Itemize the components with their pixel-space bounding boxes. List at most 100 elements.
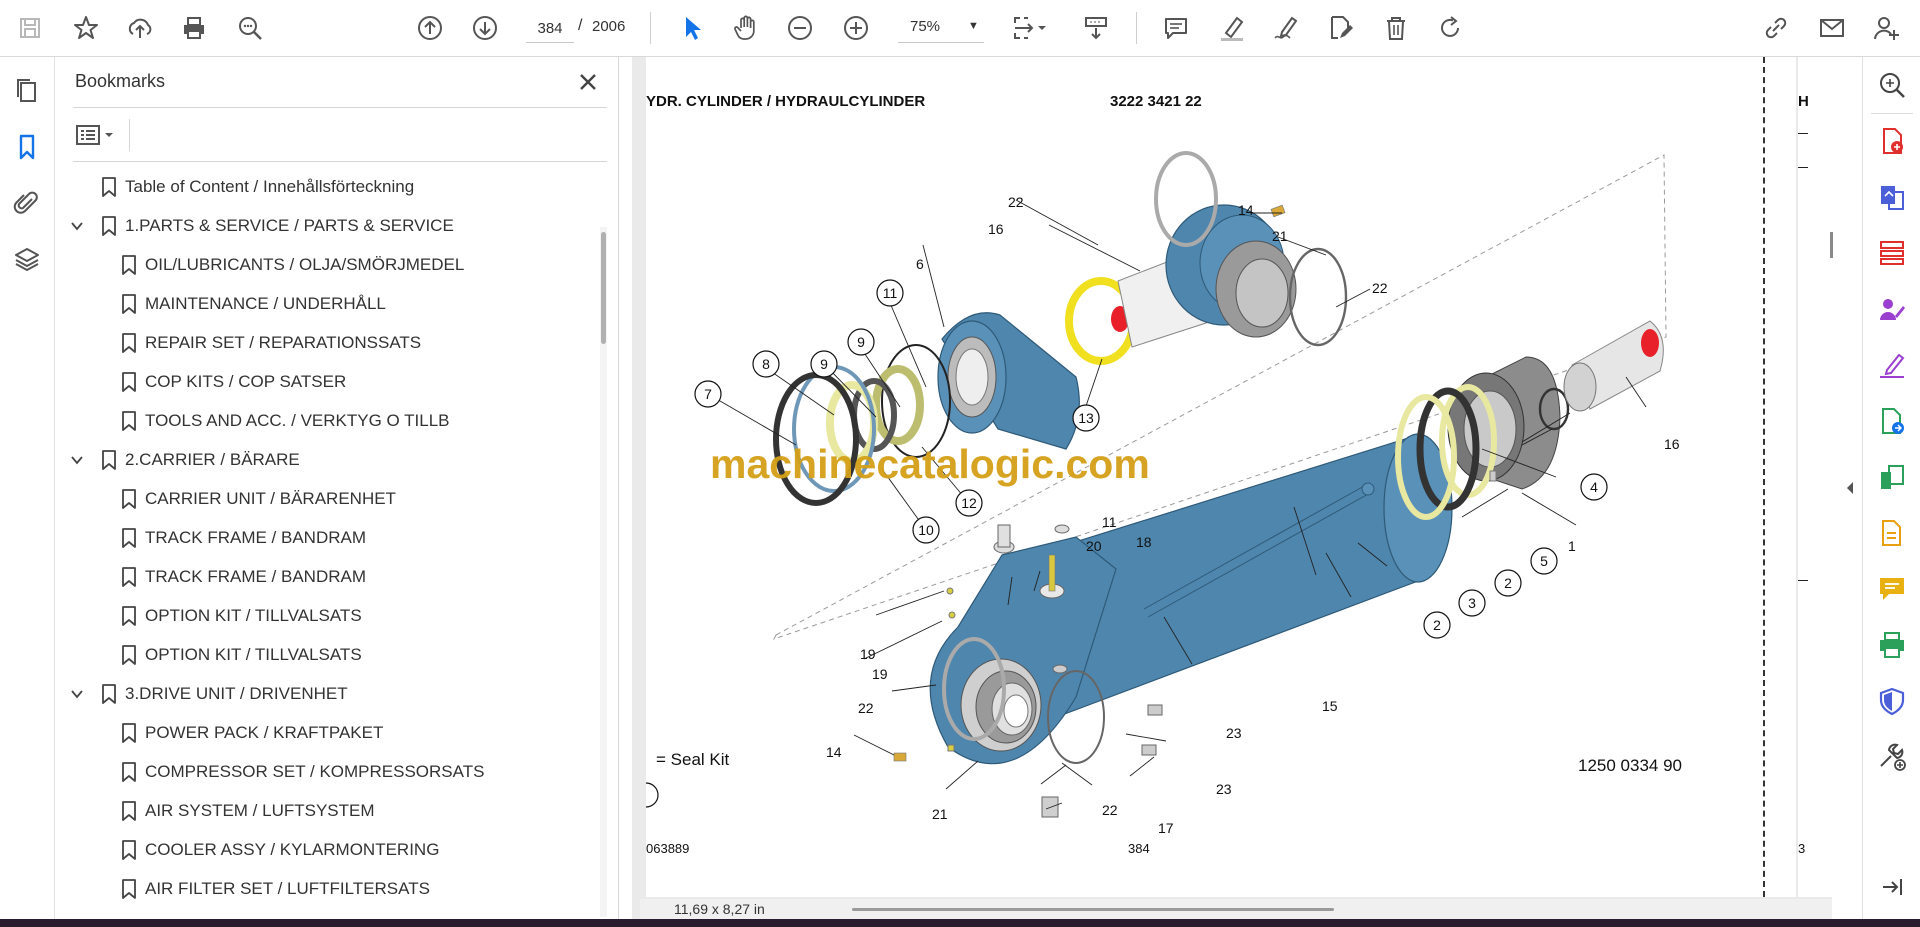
- svg-text:6: 6: [916, 256, 924, 272]
- page-size-label: 11,69 x 8,27 in: [674, 901, 765, 917]
- scrollbar-thumb[interactable]: [601, 232, 606, 344]
- gland-head: [937, 312, 1080, 450]
- share-link-icon[interactable]: [1758, 10, 1794, 46]
- collapse-right-panel-icon[interactable]: [1844, 470, 1856, 506]
- bookmark-flag-icon: [121, 255, 137, 275]
- bookmark-label: MAINTENANCE / UNDERHÅLL: [145, 294, 386, 313]
- bookmark-item[interactable]: OPTION KIT / TILLVALSATS: [55, 596, 595, 635]
- select-cursor-icon[interactable]: [674, 10, 710, 46]
- scroll-mode-icon[interactable]: [1078, 10, 1114, 46]
- save-icon[interactable]: [12, 10, 48, 46]
- bookmark-item[interactable]: CARRIER UNIT / BÄRARENHET: [55, 479, 595, 518]
- document-view[interactable]: YDR. CYLINDER / HYDRAULCYLINDER 3222 342…: [632, 57, 1832, 919]
- horizontal-scrollbar[interactable]: [852, 908, 1334, 911]
- bookmark-item[interactable]: TOOLS AND ACC. / VERKTYG O TILLB: [55, 401, 595, 440]
- zoom-tool-icon[interactable]: [1876, 69, 1908, 101]
- create-pdf-icon[interactable]: [1876, 125, 1908, 157]
- bookmark-item[interactable]: OIL/LUBRICANTS / OLJA/SMÖRJMEDEL: [55, 245, 595, 284]
- export-pdf-icon[interactable]: [1876, 181, 1908, 213]
- bookmark-flag-icon: [121, 645, 137, 665]
- fill-sign-icon[interactable]: [1876, 293, 1908, 325]
- page-up-icon[interactable]: [412, 10, 448, 46]
- bookmark-flag-icon: [121, 879, 137, 899]
- upload-icon[interactable]: [122, 10, 158, 46]
- list-options-icon: [76, 125, 113, 145]
- next-pdf-page: H 3: [1798, 57, 1832, 897]
- zoom-out-icon[interactable]: [782, 10, 818, 46]
- bookmark-item[interactable]: REPAIR SET / REPARATIONSSATS: [55, 323, 595, 362]
- bookmark-flag-icon: [121, 333, 137, 353]
- svg-text:11: 11: [1102, 514, 1117, 530]
- svg-text:23: 23: [1216, 781, 1232, 797]
- bookmark-item[interactable]: COP KITS / COP SATSER: [55, 362, 595, 401]
- navigation-rail: [0, 57, 55, 919]
- star-icon[interactable]: [68, 10, 104, 46]
- bookmark-item[interactable]: POWER PACK / KRAFTPAKET: [55, 713, 595, 752]
- draw-icon[interactable]: [1268, 10, 1304, 46]
- convert-icon[interactable]: [1876, 517, 1908, 549]
- attachment-icon[interactable]: [11, 187, 43, 219]
- hand-icon[interactable]: [728, 10, 764, 46]
- bookmark-label: AIR SYSTEM / LUFTSYSTEM: [145, 801, 375, 820]
- bookmark-flag-icon: [121, 411, 137, 431]
- bookmark-label: 2.CARRIER / BÄRARE: [125, 450, 300, 469]
- svg-text:7: 7: [704, 386, 712, 402]
- account-icon[interactable]: [1868, 10, 1904, 46]
- bookmark-label: AIR FILTER SET / LUFTFILTERSATS: [145, 879, 430, 898]
- page-total: 2006: [592, 18, 626, 35]
- comment-tool-icon[interactable]: [1876, 573, 1908, 605]
- bookmark-label: Table of Content / Innehållsförteckning: [125, 177, 415, 196]
- compress-icon[interactable]: [1876, 461, 1908, 493]
- zoom-select[interactable]: 75% ▼: [898, 14, 984, 43]
- bookmark-item[interactable]: AIR FILTER SET / LUFTFILTERSATS: [55, 869, 595, 908]
- page-number-input[interactable]: [526, 14, 574, 43]
- combine-files-icon[interactable]: [1876, 405, 1908, 437]
- bookmark-item[interactable]: COMPRESSOR SET / KOMPRESSORSATS: [55, 752, 595, 791]
- bookmark-item[interactable]: MAINTENANCE / UNDERHÅLL: [55, 284, 595, 323]
- protect-icon[interactable]: [1876, 685, 1908, 717]
- svg-text:22: 22: [1008, 194, 1024, 210]
- bookmark-item[interactable]: 1.PARTS & SERVICE / PARTS & SERVICE: [55, 206, 595, 245]
- svg-text:9: 9: [857, 334, 865, 350]
- rule: [1798, 580, 1808, 581]
- bookmark-icon[interactable]: [11, 131, 43, 163]
- bookmark-options-button[interactable]: [75, 119, 130, 151]
- bookmark-item[interactable]: Table of Content / Innehållsförteckning: [55, 167, 595, 206]
- tools-rail: [1862, 57, 1920, 919]
- taskbar-strip: [0, 919, 1920, 927]
- bookmark-item[interactable]: 2.CARRIER / BÄRARE: [55, 440, 595, 479]
- search-icon[interactable]: [232, 10, 268, 46]
- edit-icon[interactable]: [1322, 10, 1358, 46]
- toolbar-divider: [650, 12, 651, 44]
- more-tools-icon[interactable]: [1876, 741, 1908, 773]
- zoom-in-icon[interactable]: [838, 10, 874, 46]
- svg-text:22: 22: [1102, 802, 1118, 818]
- email-icon[interactable]: [1814, 10, 1850, 46]
- expand-chevron-icon[interactable]: [69, 218, 85, 234]
- print-icon[interactable]: [176, 10, 212, 46]
- bookmark-item[interactable]: COOLER ASSY / KYLARMONTERING: [55, 830, 595, 869]
- delete-icon[interactable]: [1378, 10, 1414, 46]
- bookmark-item[interactable]: OPTION KIT / TILLVALSATS: [55, 635, 595, 674]
- bookmark-item[interactable]: TRACK FRAME / BANDRAM: [55, 518, 595, 557]
- bookmark-item[interactable]: TRACK FRAME / BANDRAM: [55, 557, 595, 596]
- expand-chevron-icon[interactable]: [69, 686, 85, 702]
- page-down-icon[interactable]: [467, 10, 503, 46]
- request-signature-icon[interactable]: [1876, 349, 1908, 381]
- layers-icon[interactable]: [11, 243, 43, 275]
- chevron-down-icon[interactable]: [1032, 10, 1052, 46]
- expand-chevron-icon[interactable]: [69, 452, 85, 468]
- bookmark-item[interactable]: AIR SYSTEM / LUFTSYSTEM: [55, 791, 595, 830]
- comment-icon[interactable]: [1158, 10, 1194, 46]
- organize-pages-icon[interactable]: [1876, 237, 1908, 269]
- print-production-icon[interactable]: [1876, 629, 1908, 661]
- rotate-icon[interactable]: [1432, 10, 1468, 46]
- bookmark-item[interactable]: 3.DRIVE UNIT / DRIVENHET: [55, 674, 595, 713]
- svg-text:21: 21: [932, 806, 948, 822]
- highlight-icon[interactable]: [1214, 10, 1250, 46]
- document-scrollbar-thumb[interactable]: [1830, 232, 1833, 258]
- pages-icon[interactable]: [11, 75, 43, 107]
- svg-text:16: 16: [1664, 436, 1680, 452]
- expand-panel-icon[interactable]: [1876, 871, 1908, 903]
- close-icon[interactable]: [575, 69, 601, 95]
